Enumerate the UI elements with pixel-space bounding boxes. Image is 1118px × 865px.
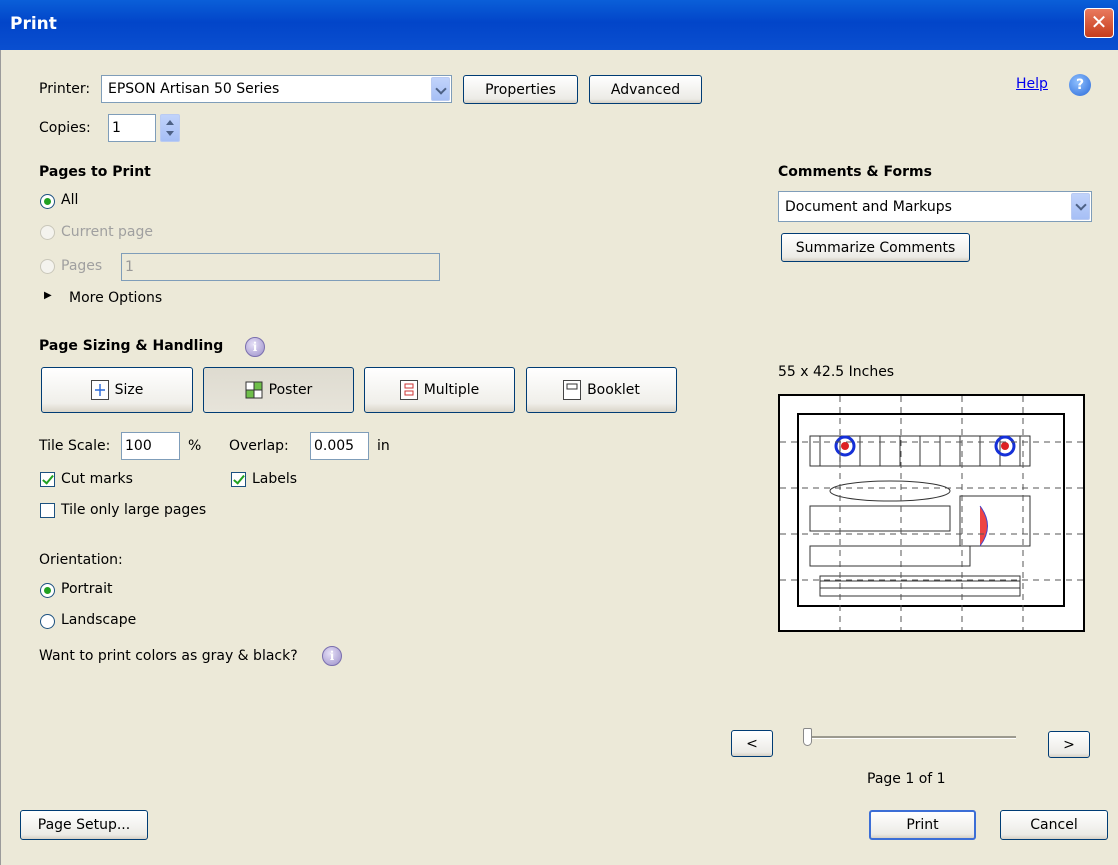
printer-selected-value: EPSON Artisan 50 Series xyxy=(108,81,280,97)
portrait-radio[interactable] xyxy=(40,583,55,598)
summarize-comments-button[interactable]: Summarize Comments xyxy=(781,233,970,262)
cancel-button[interactable]: Cancel xyxy=(1000,810,1108,840)
tile-large-pages-label: Tile only large pages xyxy=(61,502,207,518)
poster-mode-label: Poster xyxy=(268,382,313,398)
comments-forms-select[interactable]: Document and Markups xyxy=(778,191,1092,222)
chevron-down-icon[interactable] xyxy=(1071,193,1090,220)
labels-checkbox[interactable] xyxy=(231,472,246,487)
expand-triangle-icon[interactable]: ▶ xyxy=(44,290,52,301)
cut-marks-checkbox[interactable] xyxy=(40,472,55,487)
window-frame-left xyxy=(0,50,9,865)
copies-stepper[interactable] xyxy=(160,114,180,142)
size-mode-button[interactable]: Size xyxy=(41,367,193,413)
properties-button[interactable]: Properties xyxy=(463,75,578,104)
size-mode-label: Size xyxy=(114,382,144,398)
page-setup-button[interactable]: Page Setup... xyxy=(20,810,148,840)
advanced-button[interactable]: Advanced xyxy=(589,75,702,104)
all-pages-label: All xyxy=(61,192,79,208)
orientation-label: Orientation: xyxy=(39,552,123,568)
page-indicator: Page 1 of 1 xyxy=(867,771,946,787)
question-icon[interactable]: ? xyxy=(1069,74,1091,96)
all-pages-radio[interactable] xyxy=(40,194,55,209)
cut-marks-label: Cut marks xyxy=(61,471,133,487)
multiple-mode-button[interactable]: Multiple xyxy=(364,367,515,413)
page-slider-thumb[interactable] xyxy=(803,728,812,746)
close-icon: ✕ xyxy=(1090,10,1108,34)
chevron-down-icon[interactable] xyxy=(431,77,450,101)
overlap-label: Overlap: xyxy=(229,438,289,454)
comments-forms-selected-value: Document and Markups xyxy=(785,198,952,215)
tile-scale-input[interactable]: 100 xyxy=(121,432,180,460)
pages-range-input[interactable]: 1 xyxy=(121,253,440,281)
tile-scale-unit: % xyxy=(188,438,202,454)
more-options-toggle[interactable]: More Options xyxy=(69,290,162,306)
stepper-arrows-icon xyxy=(166,120,174,136)
copies-label: Copies: xyxy=(39,120,91,136)
preview-size-text: 55 x 42.5 Inches xyxy=(778,364,895,380)
current-page-radio[interactable] xyxy=(40,225,55,240)
tile-scale-label: Tile Scale: xyxy=(39,438,111,454)
window-title: Print xyxy=(10,14,57,34)
printer-label: Printer: xyxy=(39,81,91,97)
booklet-mode-button[interactable]: Booklet xyxy=(526,367,677,413)
close-button[interactable]: ✕ xyxy=(1084,8,1114,38)
info-icon[interactable]: i xyxy=(322,646,342,666)
print-preview xyxy=(778,394,1085,632)
printer-select[interactable]: EPSON Artisan 50 Series xyxy=(101,75,452,103)
current-page-label: Current page xyxy=(61,224,153,240)
booklet-icon xyxy=(563,380,582,400)
print-button[interactable]: Print xyxy=(869,810,976,840)
help-link[interactable]: Help xyxy=(1016,76,1048,92)
poster-mode-button[interactable]: Poster xyxy=(203,367,354,413)
booklet-mode-label: Booklet xyxy=(587,382,640,398)
multiple-mode-label: Multiple xyxy=(423,382,480,398)
title-bar: Print ✕ xyxy=(0,0,1118,50)
page-sizing-heading: Page Sizing & Handling xyxy=(39,338,224,354)
poster-preview-image xyxy=(780,396,1083,630)
landscape-radio[interactable] xyxy=(40,614,55,629)
info-icon[interactable]: i xyxy=(245,337,265,357)
multiple-pages-icon xyxy=(399,380,418,400)
next-page-button[interactable]: > xyxy=(1048,731,1090,758)
labels-label: Labels xyxy=(252,471,298,487)
portrait-label: Portrait xyxy=(61,581,113,597)
pages-range-label: Pages xyxy=(61,258,103,274)
tile-large-pages-checkbox[interactable] xyxy=(40,503,55,518)
poster-icon xyxy=(245,380,263,400)
copies-input[interactable]: 1 xyxy=(108,114,156,142)
pages-to-print-heading: Pages to Print xyxy=(39,164,151,180)
previous-page-button[interactable]: < xyxy=(731,730,773,757)
gray-black-question: Want to print colors as gray & black? xyxy=(39,648,298,664)
size-icon xyxy=(90,380,109,400)
pages-range-radio[interactable] xyxy=(40,259,55,274)
overlap-input[interactable]: 0.005 xyxy=(310,432,369,460)
comments-forms-heading: Comments & Forms xyxy=(778,164,932,180)
overlap-unit: in xyxy=(377,438,390,454)
landscape-label: Landscape xyxy=(61,612,137,628)
page-slider-track[interactable] xyxy=(808,736,1016,739)
